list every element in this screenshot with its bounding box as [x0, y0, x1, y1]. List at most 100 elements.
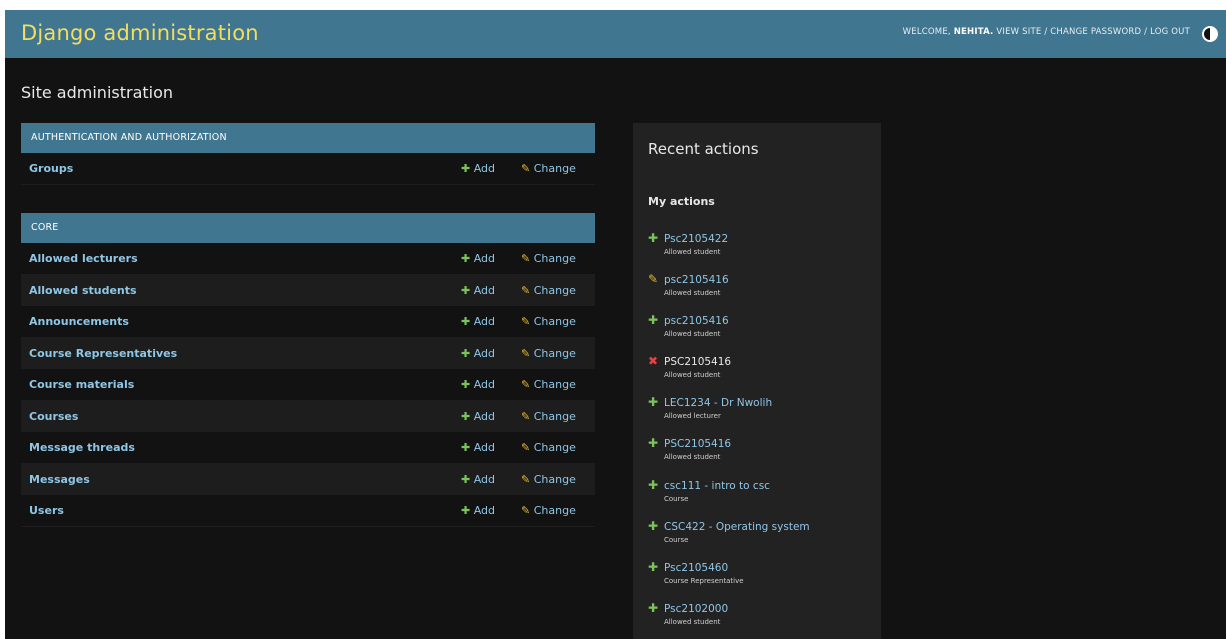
model-link[interactable]: Course materials [29, 378, 134, 391]
change-password-link[interactable]: CHANGE PASSWORD [1050, 27, 1141, 37]
module-caption[interactable]: Core [21, 213, 595, 243]
add-link[interactable]: ✚ Add [461, 347, 495, 360]
pencil-icon: ✎ [521, 504, 531, 517]
model-row-courses: Courses ✚ Add ✎ Change [21, 400, 595, 432]
model-link[interactable]: Message threads [29, 441, 135, 454]
site-brand[interactable]: Django administration [21, 21, 259, 45]
action-type: Allowed student [664, 248, 721, 256]
pencil-icon: ✎ [521, 378, 531, 391]
add-icon: ✚ [648, 519, 659, 533]
action-item: ✚ CSC422 - Operating system Course [648, 515, 878, 544]
change-label: Change [533, 315, 576, 328]
add-icon: ✚ [461, 409, 471, 423]
add-icon: ✚ [461, 315, 471, 328]
add-link[interactable]: ✚ Add [461, 473, 495, 486]
change-label: Change [533, 504, 576, 517]
action-type: Course [664, 536, 689, 544]
add-label: Add [473, 315, 496, 328]
action-item: ✚ PSC2105416 Allowed student [648, 432, 878, 461]
admin-page: Django administration WELCOME, NEHITA. V… [5, 10, 1226, 639]
add-icon: ✚ [648, 436, 659, 450]
action-link[interactable]: Psc2105422 [664, 233, 728, 245]
change-link[interactable]: ✎ Change [521, 378, 576, 391]
model-row-groups: Groups ✚ Add ✎ Change [21, 153, 595, 185]
add-label: Add [473, 441, 496, 454]
add-link[interactable]: ✚ Add [461, 284, 495, 297]
action-link[interactable]: CSC422 - Operating system [664, 521, 810, 533]
add-link[interactable]: ✚ Add [461, 162, 495, 175]
change-link[interactable]: ✎ Change [521, 284, 576, 297]
change-link[interactable]: ✎ Change [521, 441, 576, 454]
view-site-link[interactable]: VIEW SITE [996, 27, 1041, 37]
action-type: Allowed student [664, 371, 721, 379]
action-type: Allowed student [664, 289, 721, 297]
change-link[interactable]: ✎ Change [521, 347, 576, 360]
pencil-icon: ✎ [521, 441, 531, 454]
pencil-icon: ✎ [521, 346, 531, 360]
model-link[interactable]: Announcements [29, 315, 129, 328]
action-label-deleted: PSC2105416 [664, 356, 732, 368]
username: NEHITA. [953, 27, 994, 37]
add-icon: ✚ [461, 441, 471, 454]
add-link[interactable]: ✚ Add [461, 441, 495, 454]
add-icon: ✚ [461, 252, 471, 265]
change-link[interactable]: ✎ Change [521, 410, 576, 423]
add-icon: ✚ [648, 478, 659, 492]
theme-toggle-icon[interactable] [1202, 26, 1218, 42]
model-link[interactable]: Courses [29, 410, 78, 423]
add-link[interactable]: ✚ Add [461, 504, 495, 517]
model-link[interactable]: Groups [29, 162, 73, 175]
model-link[interactable]: Allowed students [29, 284, 137, 297]
change-link[interactable]: ✎ Change [521, 504, 576, 517]
change-link[interactable]: ✎ Change [521, 252, 576, 265]
pencil-icon: ✎ [521, 472, 531, 486]
add-icon: ✚ [648, 313, 659, 327]
add-link[interactable]: ✚ Add [461, 315, 495, 328]
add-label: Add [473, 162, 496, 175]
model-row-allowed-students: Allowed students ✚ Add ✎ Change [21, 274, 595, 306]
module-caption[interactable]: Authentication and Authorization [21, 123, 595, 153]
model-row-course-materials: Course materials ✚ Add ✎ Change [21, 369, 595, 401]
add-icon: ✚ [461, 162, 471, 175]
model-link[interactable]: Messages [29, 473, 90, 486]
add-icon: ✚ [648, 395, 659, 409]
change-label: Change [533, 283, 576, 297]
pencil-icon: ✎ [521, 252, 531, 265]
model-row-message-threads: Message threads ✚ Add ✎ Change [21, 432, 595, 464]
model-link[interactable]: Allowed lecturers [29, 252, 138, 265]
change-link[interactable]: ✎ Change [521, 473, 576, 486]
action-item: ✚ Psc2105422 Allowed student [648, 227, 878, 256]
user-tools: WELCOME, NEHITA. VIEW SITE / CHANGE PASS… [903, 27, 1190, 37]
page-title: Site administration [21, 83, 174, 102]
change-label: Change [533, 346, 576, 360]
action-link[interactable]: Psc2105460 [664, 562, 728, 574]
change-link[interactable]: ✎ Change [521, 315, 576, 328]
add-label: Add [473, 409, 496, 423]
action-link[interactable]: Psc2102000 [664, 603, 728, 615]
add-link[interactable]: ✚ Add [461, 252, 495, 265]
change-label: Change [533, 162, 576, 175]
action-link[interactable]: LEC1234 - Dr Nwolih [664, 397, 772, 409]
add-icon: ✚ [461, 283, 471, 297]
change-label: Change [533, 252, 576, 265]
add-icon: ✚ [461, 472, 471, 486]
change-link[interactable]: ✎ Change [521, 162, 576, 175]
action-link[interactable]: PSC2105416 [664, 438, 731, 450]
action-link[interactable]: psc2105416 [664, 315, 729, 327]
action-link[interactable]: csc111 - intro to csc [664, 480, 770, 492]
action-type: Allowed student [664, 330, 721, 338]
add-label: Add [473, 346, 496, 360]
welcome-text: WELCOME, [902, 27, 951, 37]
action-item: ✎ psc2105416 Allowed student [648, 268, 878, 297]
action-item: ✚ csc111 - intro to csc Course [648, 474, 878, 503]
pencil-icon: ✎ [521, 409, 531, 423]
add-link[interactable]: ✚ Add [461, 378, 495, 391]
action-link[interactable]: psc2105416 [664, 274, 729, 286]
pencil-icon: ✎ [521, 283, 531, 297]
model-link[interactable]: Course Representatives [29, 347, 177, 360]
add-link[interactable]: ✚ Add [461, 410, 495, 423]
change-label: Change [533, 378, 576, 391]
model-link[interactable]: Users [29, 504, 64, 517]
action-type: Allowed student [664, 618, 721, 626]
log-out-link[interactable]: LOG OUT [1150, 27, 1190, 37]
